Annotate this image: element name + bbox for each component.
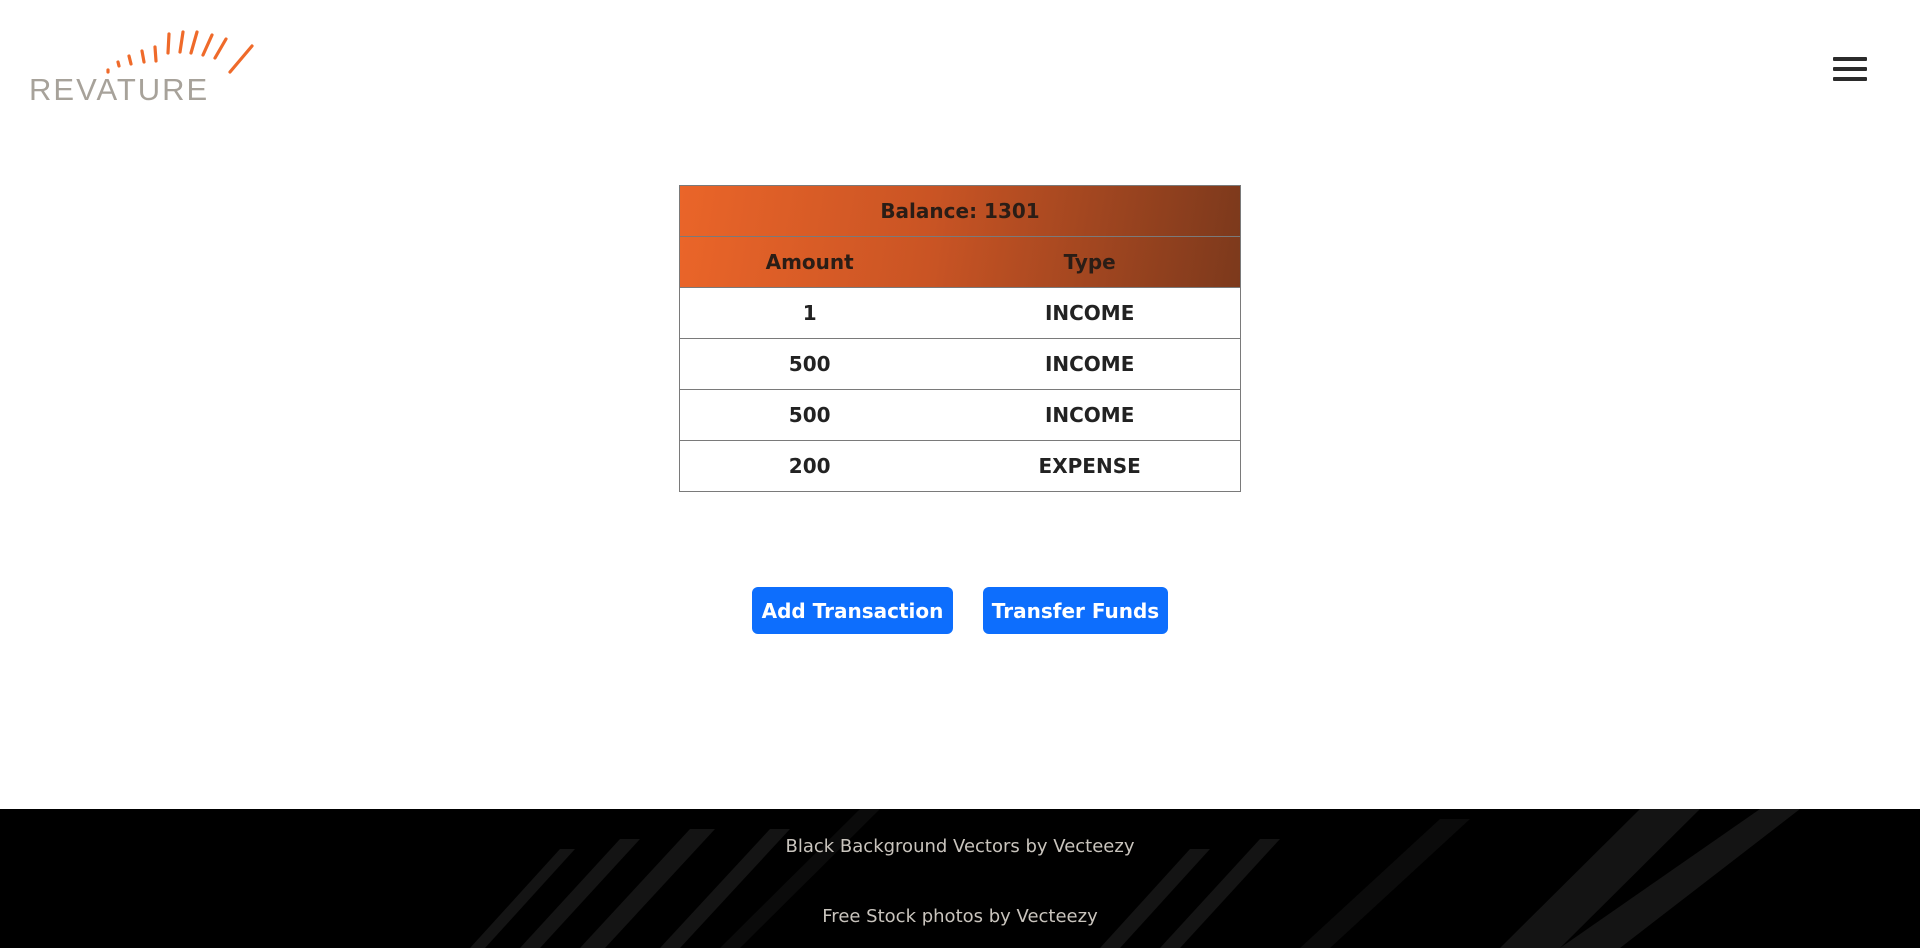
footer-background-pattern [470,809,1800,948]
column-header-amount: Amount [679,236,940,288]
transaction-type: EXPENSE [939,440,1242,492]
transaction-type: INCOME [939,389,1242,441]
table-body: 1 INCOME 500 INCOME 500 INCOME 200 EXPEN… [679,287,1242,492]
balance-row: Balance: 1301 [679,185,1241,237]
table-row: 500 INCOME [679,338,1242,390]
transfer-funds-button[interactable]: Transfer Funds [983,587,1168,634]
revature-logo[interactable]: REVATURE [26,26,266,110]
column-header-type: Type [939,236,1242,288]
footer-link-vectors[interactable]: Black Background Vectors by Vecteezy [0,836,1920,857]
hamburger-menu-icon[interactable] [1833,56,1867,84]
transaction-amount: 500 [679,338,940,390]
table-header: Balance: 1301 Amount Type [679,185,1242,288]
site-footer: Black Background Vectors by Vecteezy Fre… [0,809,1920,948]
footer-link-photos[interactable]: Free Stock photos by Vecteezy [0,906,1920,927]
balance-label: Balance: 1301 [679,185,1241,237]
menu-bar [1833,57,1867,61]
transaction-amount: 200 [679,440,940,492]
transaction-type: INCOME [939,287,1242,339]
transaction-type: INCOME [939,338,1242,390]
table-row: 1 INCOME [679,287,1242,339]
table-row: 200 EXPENSE [679,440,1242,492]
transaction-amount: 1 [679,287,940,339]
logo-wordmark: REVATURE [29,72,210,107]
menu-bar [1833,67,1867,71]
transactions-table: Balance: 1301 Amount Type 1 INCOME 500 I… [679,185,1242,492]
transaction-amount: 500 [679,389,940,441]
table-row: 500 INCOME [679,389,1242,441]
add-transaction-button[interactable]: Add Transaction [752,587,953,634]
column-header-row: Amount Type [679,236,1242,288]
menu-bar [1833,77,1867,81]
site-header: REVATURE [0,0,1920,140]
